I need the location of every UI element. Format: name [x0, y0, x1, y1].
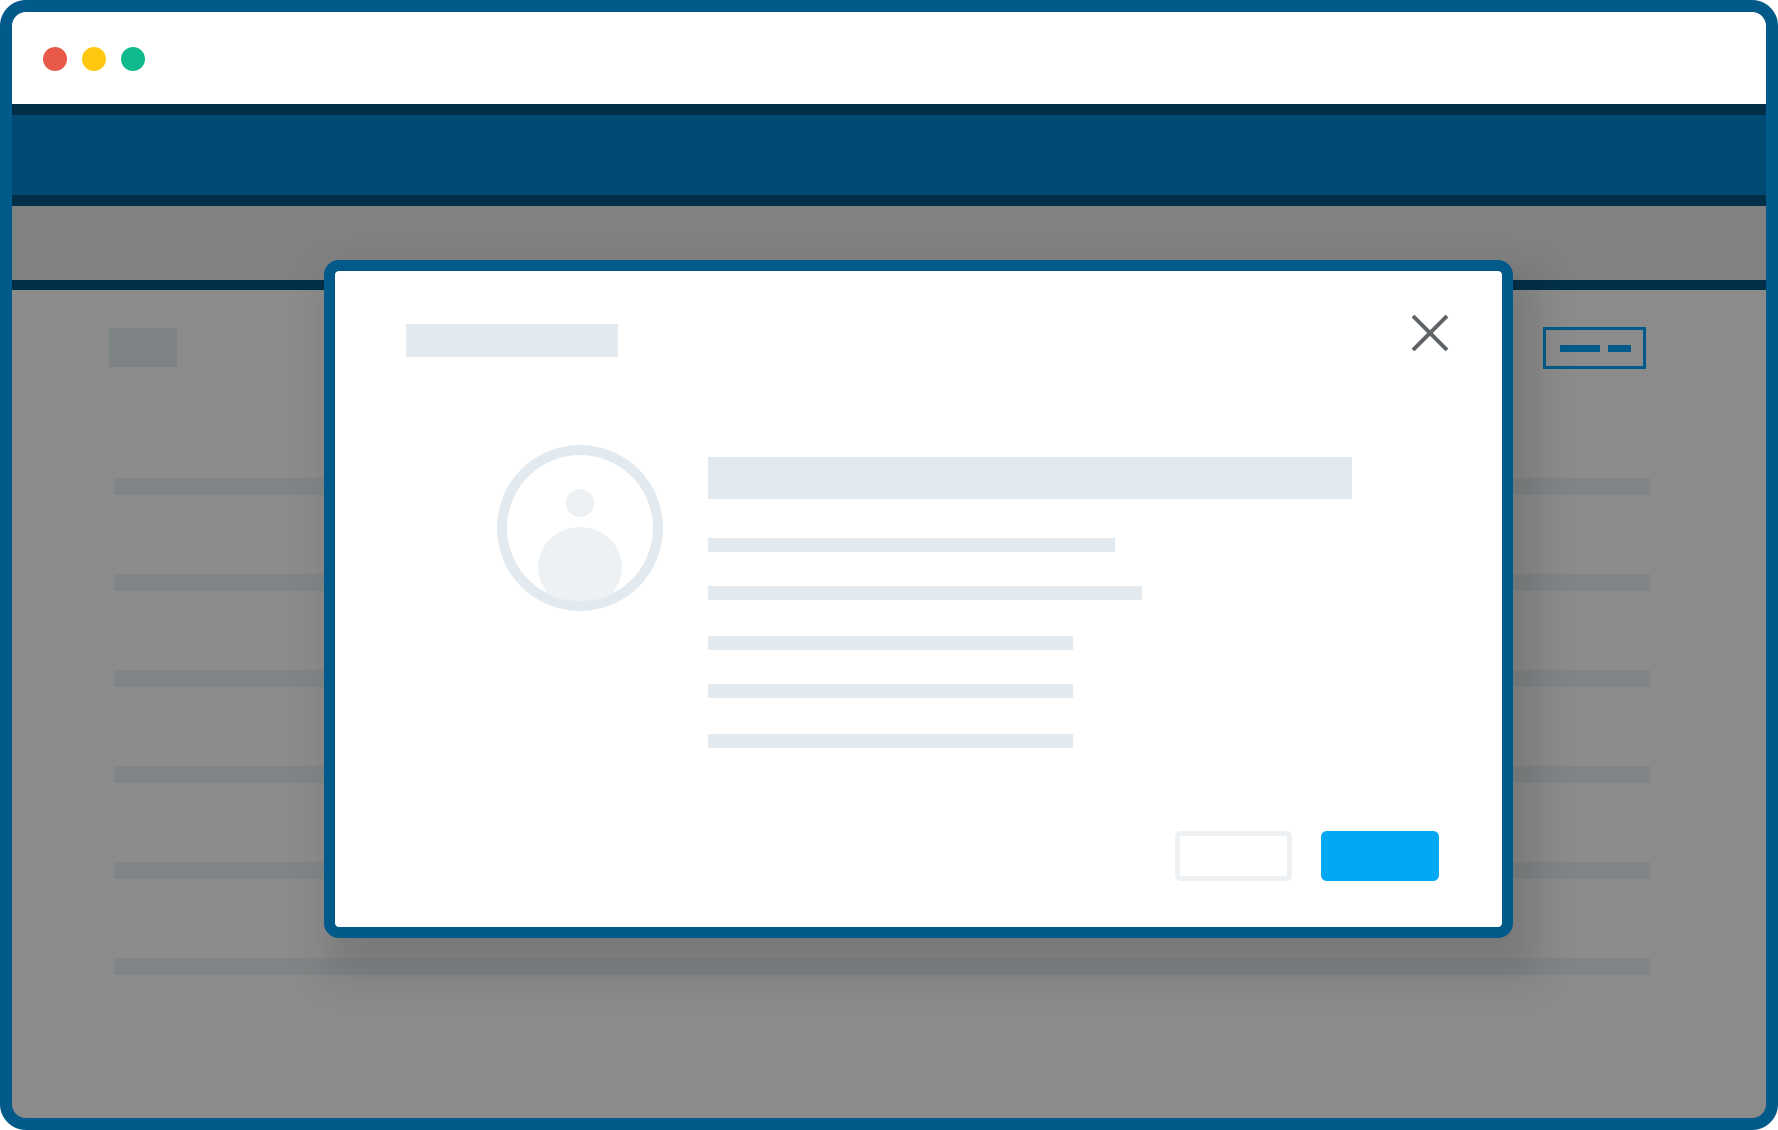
close-window-dot[interactable] — [43, 47, 67, 71]
button-placeholder-text — [1560, 345, 1600, 352]
minimize-window-dot[interactable] — [82, 47, 106, 71]
cancel-button[interactable] — [1175, 831, 1292, 881]
background-action-button — [1543, 327, 1646, 369]
profile-detail-line — [708, 586, 1142, 600]
profile-detail-line — [708, 538, 1115, 552]
user-profile-modal — [324, 260, 1513, 938]
background-page-heading — [109, 328, 177, 367]
maximize-window-dot[interactable] — [121, 47, 145, 71]
top-navigation-bar — [12, 104, 1766, 206]
button-placeholder-text — [1608, 345, 1631, 352]
profile-detail-line — [708, 684, 1073, 698]
profile-name-placeholder — [708, 457, 1352, 499]
user-avatar-icon — [495, 443, 665, 613]
close-icon-graphic — [1411, 314, 1449, 352]
profile-detail-line — [708, 734, 1073, 748]
close-icon[interactable] — [1408, 311, 1452, 355]
profile-detail-line — [708, 636, 1073, 650]
confirm-button[interactable] — [1321, 831, 1439, 881]
modal-title-placeholder — [406, 324, 618, 357]
title-bar — [12, 12, 1766, 104]
